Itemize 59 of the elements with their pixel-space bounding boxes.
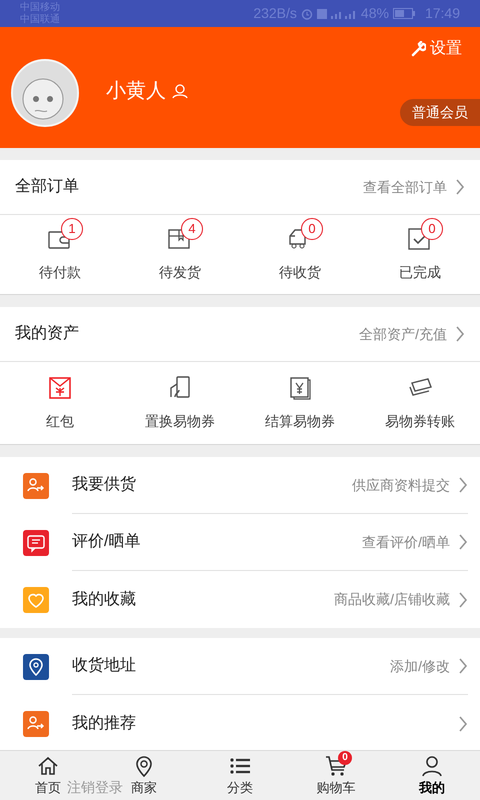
tab-user[interactable]: 我的: [419, 751, 445, 800]
member-badge: 普通会员: [400, 99, 480, 126]
order-status-button[interactable]: 0 已完成: [360, 215, 480, 294]
chevron-right-icon: [458, 590, 468, 608]
asset-envelope-icon: [47, 374, 73, 400]
menu-label: 我要供货: [72, 474, 136, 495]
menu-hint: 商品收藏/店铺收藏: [334, 590, 450, 609]
menu-row[interactable]: 我的推荐: [0, 695, 480, 752]
alarm-icon: [300, 8, 313, 20]
menu-label: 收货地址: [72, 656, 136, 676]
menu-label: 我的推荐: [72, 714, 136, 734]
user-name: 小黄人: [106, 79, 166, 104]
asset-button[interactable]: 红包: [0, 362, 120, 444]
menu-row[interactable]: 收货地址 添加/修改: [0, 638, 480, 695]
tab-cart[interactable]: 0 购物车: [316, 751, 356, 800]
menu-row[interactable]: 我的收藏 商品收藏/店铺收藏: [0, 571, 480, 628]
menu-row[interactable]: 评价/晒单 查看评价/晒单: [0, 514, 480, 571]
count-badge: 0: [301, 218, 323, 240]
count-badge: 4: [181, 218, 203, 240]
user-icon: [420, 754, 444, 778]
order-status-button[interactable]: 1 待付款: [0, 215, 120, 294]
menu-hint: 查看评价/晒单: [362, 532, 450, 552]
menu-label: 我的收藏: [72, 590, 136, 610]
signal-icon: [316, 8, 357, 20]
battery-icon: [392, 8, 415, 19]
menu-supply-icon: [23, 472, 49, 498]
all-assets-link[interactable]: 全部资产/充值: [359, 324, 465, 344]
user-icon: [172, 83, 188, 99]
chevron-right-icon: [458, 533, 468, 551]
orders-title: 全部订单: [15, 176, 79, 197]
tab-home[interactable]: 首页: [35, 751, 61, 800]
wrench-icon: [410, 41, 426, 57]
tab-category[interactable]: 分类: [227, 751, 253, 800]
all-orders-link[interactable]: 查看全部订单: [363, 176, 465, 198]
chevron-right-icon: [455, 325, 465, 343]
count-badge: 0: [421, 218, 443, 240]
menu-pin-icon: [23, 654, 49, 680]
cart-icon: [324, 754, 348, 778]
chevron-right-icon: [458, 657, 468, 675]
asset-button[interactable]: 置换易物券: [120, 362, 240, 444]
assets-title: 我的资产: [15, 324, 79, 344]
menu-hint: 添加/修改: [390, 656, 450, 676]
cart-badge: 0: [338, 750, 352, 765]
chevron-right-icon: [458, 476, 468, 494]
menu-hint: 供应商资料提交: [352, 476, 450, 494]
asset-button[interactable]: 结算易物券: [240, 362, 360, 444]
tab-shop[interactable]: 商家: [131, 751, 157, 800]
asset-button[interactable]: 易物券转账: [360, 362, 480, 444]
menu-supply-icon: [23, 710, 49, 736]
order-status-button[interactable]: 4 待发货: [120, 215, 240, 294]
menu-label: 评价/晒单: [72, 532, 140, 552]
menu-comment-icon: [23, 530, 49, 556]
count-badge: 1: [61, 218, 83, 240]
menu-row[interactable]: 我要供货 供应商资料提交: [0, 457, 480, 514]
chevron-right-icon: [455, 178, 465, 196]
logout-label: 注销登录: [67, 778, 123, 796]
avatar: [11, 59, 79, 127]
chevron-right-icon: [458, 714, 468, 732]
order-status-button[interactable]: 0 待收货: [240, 215, 360, 294]
